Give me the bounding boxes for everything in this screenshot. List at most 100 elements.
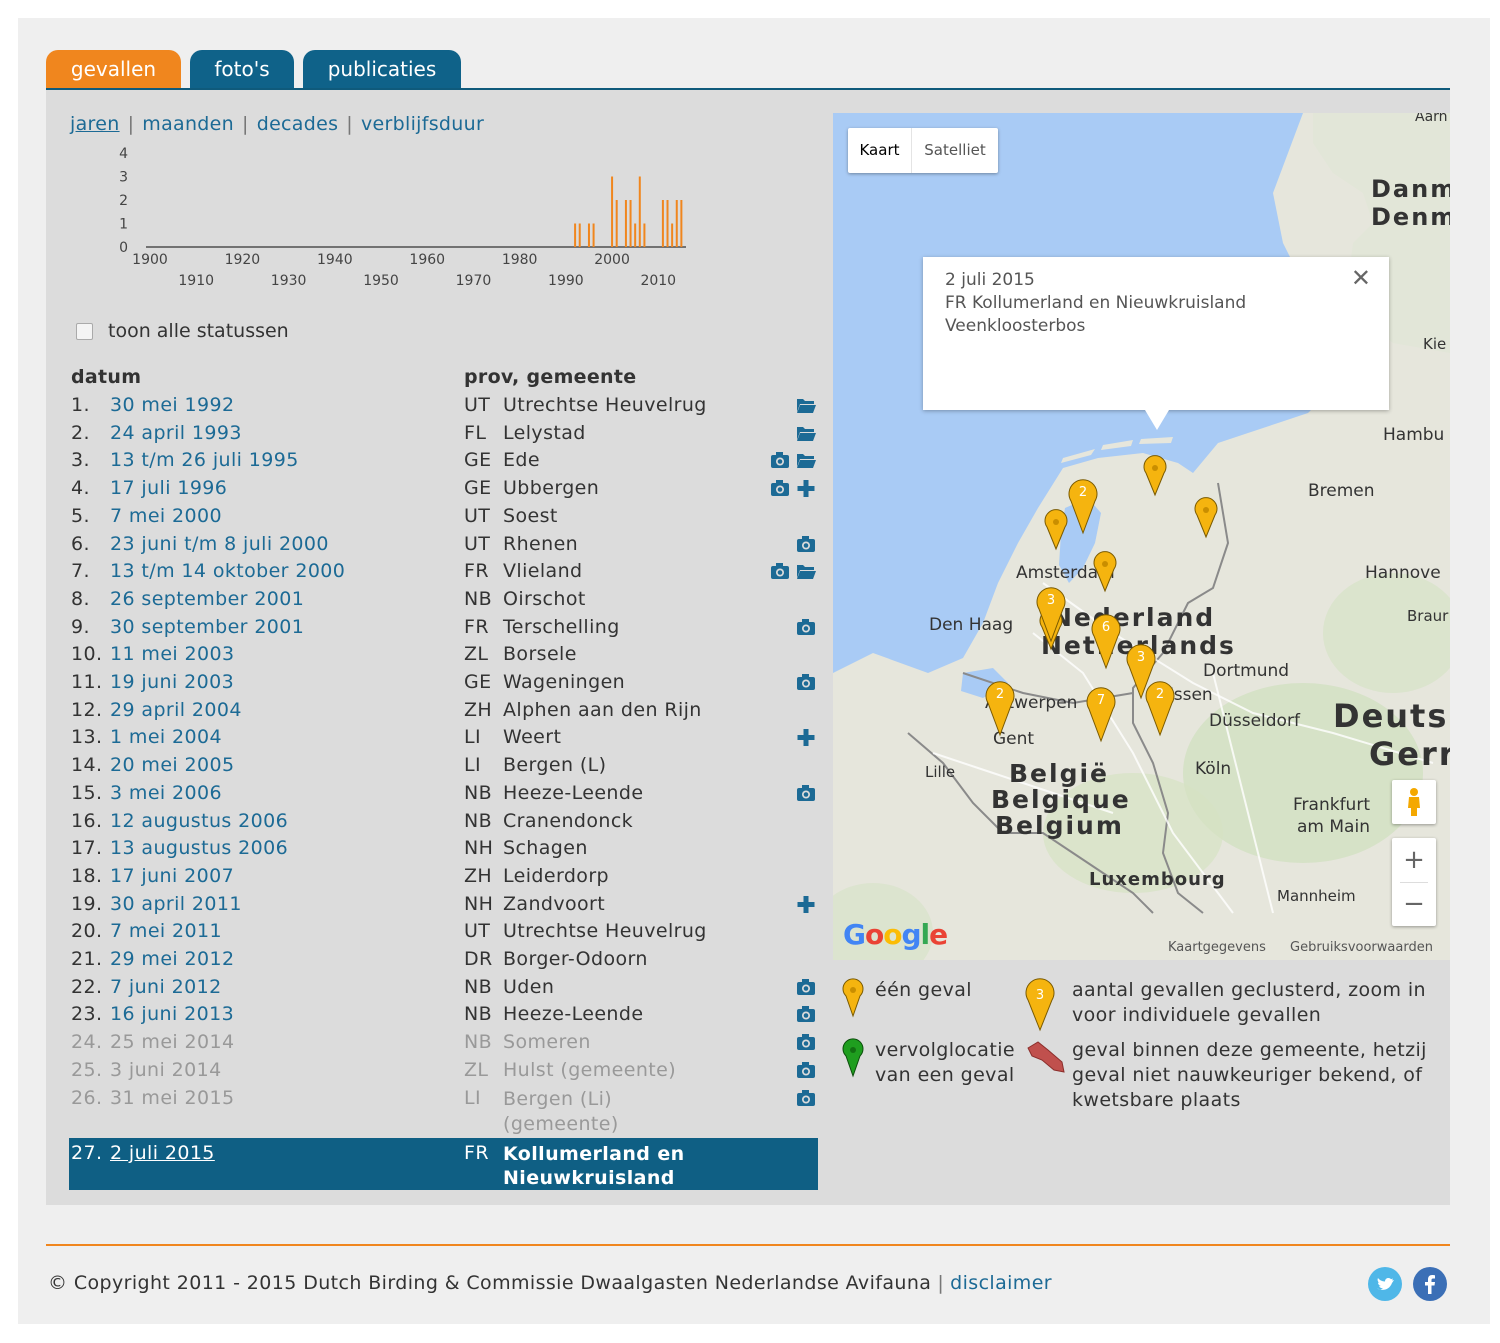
nav-decades[interactable]: decades xyxy=(257,113,339,135)
row-date-link[interactable]: 19 juni 2003 xyxy=(110,671,234,693)
status-toggle[interactable]: toon alle statussen xyxy=(76,320,289,342)
bar xyxy=(643,223,646,247)
cluster-marker[interactable]: 7 xyxy=(1086,687,1116,743)
camera-icon[interactable] xyxy=(770,451,790,469)
status-checkbox[interactable] xyxy=(76,322,93,340)
row-date-link[interactable]: 30 april 2011 xyxy=(110,893,242,915)
row-date-link[interactable]: 7 juni 2012 xyxy=(110,976,222,998)
row-province: NB xyxy=(464,809,493,832)
row-date-link[interactable]: 24 april 1993 xyxy=(110,422,242,444)
tab-publicaties[interactable]: publicaties xyxy=(303,50,461,88)
camera-icon[interactable] xyxy=(796,784,816,802)
row-date-link[interactable]: 13 t/m 14 oktober 2000 xyxy=(110,560,345,582)
camera-icon[interactable] xyxy=(796,618,816,636)
row-date-link[interactable]: 7 mei 2000 xyxy=(110,505,222,527)
plus-icon[interactable] xyxy=(796,895,816,913)
nav-jaren[interactable]: jaren xyxy=(70,113,120,135)
row-date-link[interactable]: 26 september 2001 xyxy=(110,588,304,610)
folder-icon[interactable] xyxy=(796,396,816,414)
camera-icon[interactable] xyxy=(770,562,790,580)
google-logo: Google xyxy=(843,918,948,951)
row-icons xyxy=(768,1003,820,1027)
row-date-link[interactable]: 25 mei 2014 xyxy=(110,1031,235,1053)
twitter-icon[interactable] xyxy=(1367,1266,1403,1302)
camera-icon[interactable] xyxy=(796,673,816,691)
single-case-marker[interactable] xyxy=(1093,551,1117,593)
map-markers[interactable]: 2 3 6 3 2 7 2 xyxy=(833,113,1450,960)
row-date-link[interactable]: 31 mei 2015 xyxy=(110,1087,235,1109)
close-icon[interactable]: ✕ xyxy=(1351,266,1371,290)
x-tick-label: 1900 xyxy=(132,252,168,268)
x-tick-label: 1960 xyxy=(409,252,445,268)
map-canvas[interactable]: Aarh Danm Denm Kie Hambu Bremen Hannove … xyxy=(833,113,1450,960)
cluster-marker[interactable]: 2 xyxy=(1068,479,1098,535)
row-province: NH xyxy=(464,837,494,860)
camera-icon[interactable] xyxy=(796,1061,816,1079)
single-case-marker[interactable] xyxy=(1044,509,1068,551)
zoom-out-button[interactable]: − xyxy=(1392,882,1436,926)
row-date-link[interactable]: 16 juni 2013 xyxy=(110,1003,234,1025)
row-date-link[interactable]: 17 juni 2007 xyxy=(110,865,234,887)
row-municipality: Ede xyxy=(503,449,540,472)
cluster-marker[interactable]: 2 xyxy=(985,681,1015,737)
folder-icon[interactable] xyxy=(796,451,816,469)
single-case-marker[interactable] xyxy=(1143,455,1167,497)
pegman-icon[interactable] xyxy=(1392,780,1436,824)
nav-verblijfsduur[interactable]: verblijfsduur xyxy=(361,113,484,135)
map-info-window: 2 juli 2015 FR Kollumerland en Nieuwkrui… xyxy=(923,257,1389,430)
disclaimer-link[interactable]: disclaimer xyxy=(950,1272,1052,1294)
facebook-icon[interactable] xyxy=(1412,1266,1448,1302)
camera-icon[interactable] xyxy=(796,978,816,996)
map-type-satelliet-button[interactable]: Satelliet xyxy=(912,128,998,173)
row-province: UT xyxy=(464,920,491,943)
tab-fotos[interactable]: foto's xyxy=(190,50,294,88)
zoom-in-button[interactable]: + xyxy=(1392,838,1436,882)
selected-case-row[interactable]: 27. 2 juli 2015 FR Kollumerland en Nieuw… xyxy=(69,1138,818,1190)
legend-cluster-label: aantal gevallen geclusterd, zoom in voor… xyxy=(1072,979,1426,1026)
plus-icon[interactable] xyxy=(796,479,816,498)
row-province: NB xyxy=(464,1003,493,1026)
folder-icon[interactable] xyxy=(796,424,816,442)
camera-icon[interactable] xyxy=(796,1005,816,1023)
row-number: 13. xyxy=(71,726,103,749)
camera-icon[interactable] xyxy=(770,479,790,497)
row-date-link[interactable]: 29 mei 2012 xyxy=(110,948,235,970)
row-date-link[interactable]: 13 augustus 2006 xyxy=(110,837,288,859)
map-terms-link[interactable]: Gebruiksvoorwaarden xyxy=(1290,940,1433,955)
row-province: UT xyxy=(464,532,491,555)
cluster-marker[interactable]: 3 xyxy=(1036,587,1066,643)
row-icons xyxy=(768,865,820,889)
row-date-link[interactable]: 13 t/m 26 juli 1995 xyxy=(110,449,299,471)
nav-maanden[interactable]: maanden xyxy=(142,113,234,135)
map-data-link[interactable]: Kaartgegevens xyxy=(1168,940,1266,955)
row-date-link[interactable]: 12 augustus 2006 xyxy=(110,810,288,832)
row-date-link[interactable]: 11 mei 2003 xyxy=(110,643,235,665)
map-type-kaart-button[interactable]: Kaart xyxy=(848,128,912,173)
single-case-marker[interactable] xyxy=(1194,497,1218,539)
x-tick-label: 1980 xyxy=(502,252,538,268)
bar xyxy=(574,223,577,247)
bar xyxy=(666,200,669,247)
row-date-link[interactable]: 2 juli 2015 xyxy=(110,1142,215,1164)
row-icons xyxy=(768,948,820,972)
cluster-marker[interactable]: 2 xyxy=(1145,681,1175,737)
row-date-link[interactable]: 29 april 2004 xyxy=(110,699,242,721)
camera-icon[interactable] xyxy=(796,535,816,553)
row-date-link[interactable]: 7 mei 2011 xyxy=(110,920,222,942)
folder-icon[interactable] xyxy=(796,562,816,580)
row-date-link[interactable]: 3 juni 2014 xyxy=(110,1059,222,1081)
plus-icon[interactable] xyxy=(796,728,816,747)
camera-icon[interactable] xyxy=(796,1033,816,1051)
bar xyxy=(638,176,641,247)
row-date-link[interactable]: 30 mei 1992 xyxy=(110,394,235,416)
row-date-link[interactable]: 17 juli 1996 xyxy=(110,477,227,499)
camera-icon[interactable] xyxy=(796,1089,816,1107)
row-date-link[interactable]: 30 september 2001 xyxy=(110,616,304,638)
row-date-link[interactable]: 3 mei 2006 xyxy=(110,782,222,804)
row-date-link[interactable]: 20 mei 2005 xyxy=(110,754,235,776)
legend-follow-label: vervolglocatie van een geval xyxy=(875,1039,1015,1086)
row-date-link[interactable]: 1 mei 2004 xyxy=(110,726,222,748)
row-date-link[interactable]: 23 juni t/m 8 juli 2000 xyxy=(110,533,329,555)
cluster-marker[interactable]: 6 xyxy=(1091,614,1121,670)
tab-gevallen[interactable]: gevallen xyxy=(46,50,181,88)
